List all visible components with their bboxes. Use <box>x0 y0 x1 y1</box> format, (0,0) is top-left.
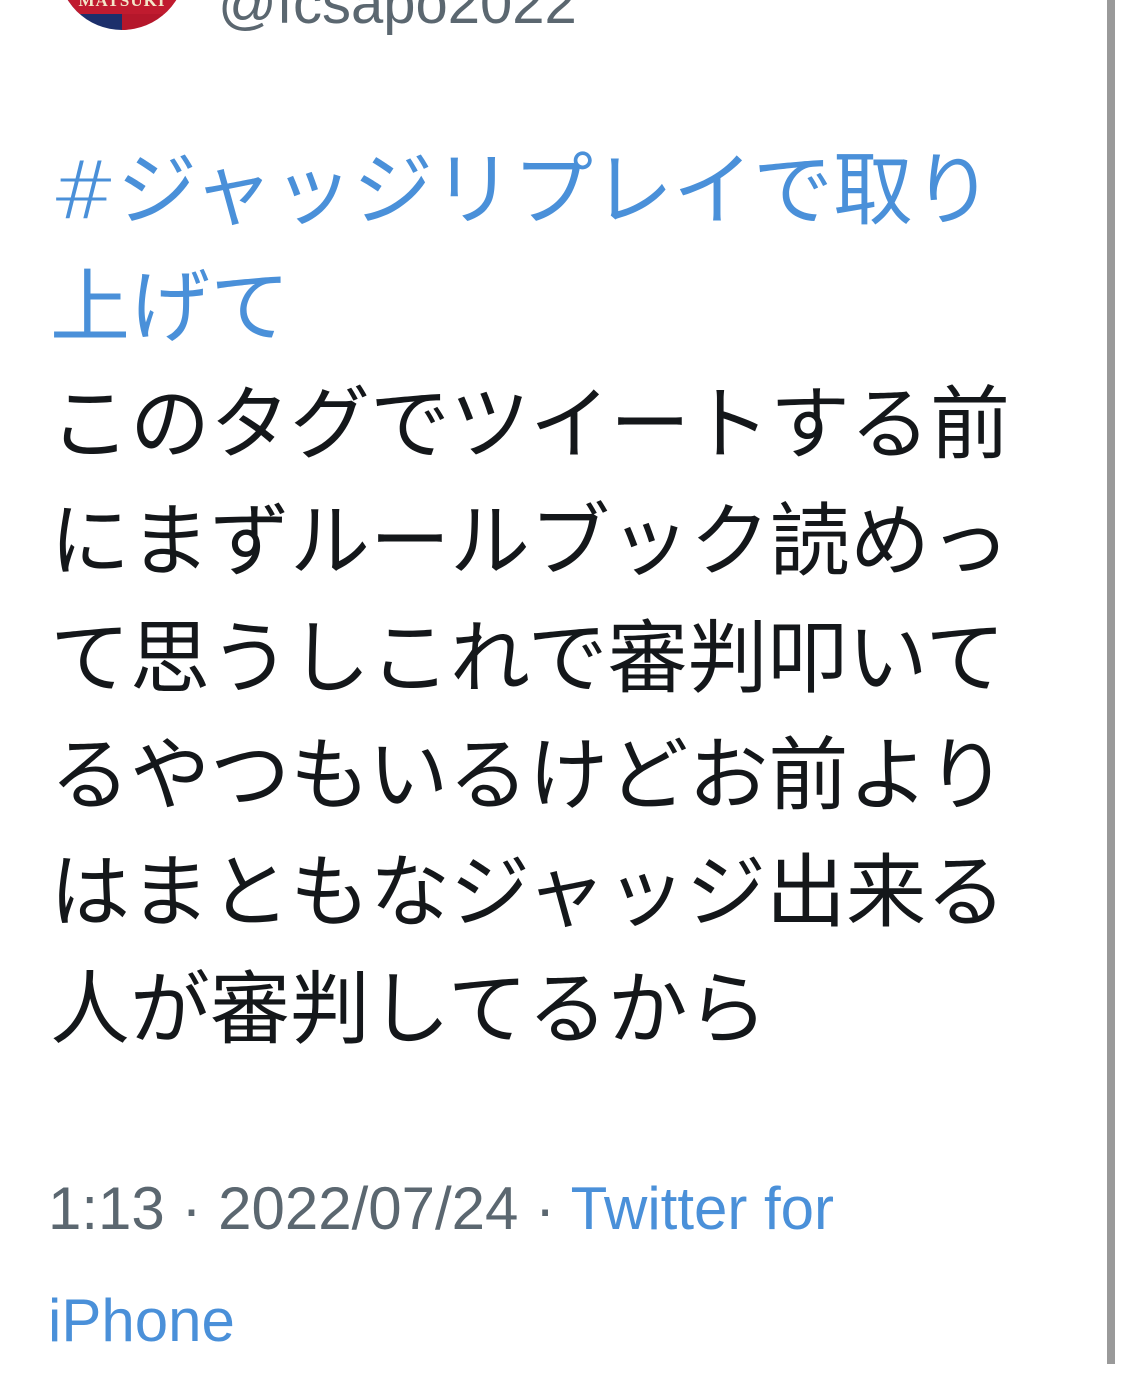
tweet-metadata: 1:13 · 2022/07/24 · Twitter for iPhone <box>48 1153 1048 1377</box>
tweet-date[interactable]: 2022/07/24 <box>218 1175 518 1242</box>
hashtag-link-line-2[interactable]: 上げて <box>50 249 1040 366</box>
tweet-card: MATSUKI @fcsapo2022 #ジャッジリプレイで取り 上げて このタ… <box>0 0 1105 1364</box>
tweet-body-line-1: このタグでツイートする前 <box>50 378 1010 471</box>
tweet-body-line-4: るやつもいるけどお前より <box>50 729 1007 822</box>
tweet-body-line-3: て思うしこれで審判叩いて <box>50 612 1006 705</box>
meta-separator-2: · <box>518 1175 571 1242</box>
tweet-body-line-2: にまずルールブック読めっ <box>50 495 1010 588</box>
scroll-gutter <box>1115 0 1125 1364</box>
tweet-body-line-6: 人が審判してるから <box>50 963 768 1056</box>
scrollbar[interactable] <box>1107 0 1115 1364</box>
author-handle[interactable]: @fcsapo2022 <box>218 0 577 37</box>
avatar-logo-text: MATSUKI <box>78 0 166 10</box>
avatar[interactable]: MATSUKI <box>58 0 186 30</box>
hashtag-link-line-1[interactable]: #ジャッジリプレイで取り <box>50 132 1040 249</box>
meta-separator-1: · <box>164 1175 219 1242</box>
tweet-source-link[interactable]: Twitter for <box>571 1175 834 1242</box>
tweet-text: #ジャッジリプレイで取り 上げて このタグでツイートする前 にまずルールブック読… <box>50 132 1040 1068</box>
tweet-source-link-continued[interactable]: iPhone <box>48 1287 235 1354</box>
tweet-time[interactable]: 1:13 <box>48 1175 165 1242</box>
tweet-body-line-5: はまともなジャッジ出来る <box>50 846 1006 939</box>
